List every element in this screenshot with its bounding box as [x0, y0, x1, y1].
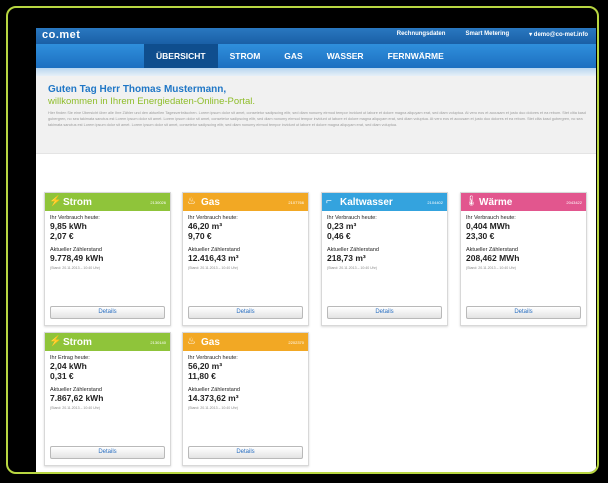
- meter-reading: 7.867,62 kWh: [50, 393, 104, 403]
- plug-icon: ⚡: [49, 336, 62, 347]
- today-cost: 11,80 €: [188, 371, 216, 381]
- today-cost: 0,46 €: [327, 231, 351, 241]
- details-button[interactable]: Details: [327, 306, 442, 319]
- account-menu[interactable]: ▾ demo@co-met.info: [529, 31, 588, 38]
- meter-id: 2202370: [288, 340, 304, 345]
- reading-timestamp: (Stand: 20.11.2013 – 10:40 Uhr): [466, 266, 516, 270]
- tab-wasser[interactable]: WASSER: [315, 44, 376, 68]
- meter-card: ♨ Gas 2202370 Ihr Verbrauch heute: 56,20 m³ 1…: [182, 332, 309, 466]
- meter-card: ⚡ Strom 2130140 Ihr Ertrag heute: 2,04 kWh 0,…: [44, 332, 171, 466]
- meter-card: 🌡 Wärme 2043422 Ihr Verbrauch heute: 0,404 M…: [460, 192, 587, 326]
- today-consumption: 46,20 m³: [188, 221, 223, 231]
- card-header: ⌐ Kaltwasser 2104402: [322, 193, 447, 211]
- details-button[interactable]: Details: [188, 306, 303, 319]
- details-button[interactable]: Details: [188, 446, 303, 459]
- intro-text: Hier finden Sie eine Übersicht über alle…: [48, 111, 586, 127]
- tab-strom[interactable]: STROM: [218, 44, 273, 68]
- card-title: Wärme: [479, 197, 513, 208]
- meter-card: ⚡ Strom 2130026 Ihr Verbrauch heute: 9,85 kW…: [44, 192, 171, 326]
- plug-icon: ⚡: [49, 196, 62, 207]
- details-button[interactable]: Details: [50, 306, 165, 319]
- today-consumption: 2,04 kWh: [50, 361, 87, 371]
- reading-timestamp: (Stand: 20.11.2013 – 10:40 Uhr): [327, 266, 377, 270]
- reading-timestamp: (Stand: 20.11.2013 – 10:40 Uhr): [50, 406, 100, 410]
- card-header: ♨ Gas 2202370: [183, 333, 308, 351]
- today-cost: 2,07 €: [50, 231, 74, 241]
- today-consumption: 0,404 MWh: [466, 221, 510, 231]
- meter-card: ♨ Gas 2107766 Ihr Verbrauch heute: 46,20 m³ 9…: [182, 192, 309, 326]
- card-header: ♨ Gas 2107766: [183, 193, 308, 211]
- thermometer-icon: 🌡: [465, 196, 478, 207]
- intro-section: Guten Tag Herr Thomas Mustermann, willko…: [36, 76, 596, 154]
- tab-uebersicht[interactable]: ÜBERSICHT: [144, 44, 218, 68]
- greeting-title: Guten Tag Herr Thomas Mustermann,: [48, 84, 227, 95]
- today-cost: 23,30 €: [466, 231, 495, 241]
- card-title: Gas: [201, 197, 220, 208]
- link-smart-metering[interactable]: Smart Metering: [465, 31, 509, 38]
- today-consumption: 56,20 m³: [188, 361, 223, 371]
- today-cost: 9,70 €: [188, 231, 212, 241]
- main-nav: ÜBERSICHT STROM GAS WASSER FERNWÄRME: [36, 44, 596, 68]
- meter-card: ⌐ Kaltwasser 2104402 Ihr Verbrauch heute: 0,…: [321, 192, 448, 326]
- nav-shadow: [36, 68, 596, 76]
- meter-reading: 218,73 m³: [327, 253, 366, 263]
- card-title: Kaltwasser: [340, 197, 393, 208]
- top-bar: co.met Rechnungsdaten Smart Metering ▾ d…: [36, 28, 596, 44]
- tab-fernwaerme[interactable]: FERNWÄRME: [376, 44, 456, 68]
- meter-reading: 208,462 MWh: [466, 253, 520, 263]
- portal-screen: co.met Rechnungsdaten Smart Metering ▾ d…: [36, 28, 596, 472]
- tab-gas[interactable]: GAS: [272, 44, 314, 68]
- card-header: 🌡 Wärme 2043422: [461, 193, 586, 211]
- meter-id: 2104402: [427, 200, 443, 205]
- meter-reading: 14.373,62 m³: [188, 393, 239, 403]
- card-title: Strom: [63, 337, 92, 348]
- details-button[interactable]: Details: [50, 446, 165, 459]
- logo: co.met: [42, 29, 81, 41]
- meter-id: 2107766: [288, 200, 304, 205]
- flame-icon: ♨: [187, 336, 196, 347]
- faucet-icon: ⌐: [326, 196, 332, 207]
- meter-reading: 9.778,49 kWh: [50, 253, 104, 263]
- flame-icon: ♨: [187, 196, 196, 207]
- meter-reading: 12.416,43 m³: [188, 253, 239, 263]
- meter-id: 2130140: [150, 340, 166, 345]
- today-consumption: 0,23 m³: [327, 221, 357, 231]
- card-header: ⚡ Strom 2130026: [45, 193, 170, 211]
- welcome-subtitle: willkommen in Ihrem Energiedaten-Online-…: [48, 96, 255, 107]
- card-title: Strom: [63, 197, 92, 208]
- today-consumption: 9,85 kWh: [50, 221, 87, 231]
- reading-timestamp: (Stand: 20.11.2013 – 10:40 Uhr): [50, 266, 100, 270]
- top-links: Rechnungsdaten Smart Metering ▾ demo@co-…: [397, 31, 588, 38]
- device-frame: co.met Rechnungsdaten Smart Metering ▾ d…: [6, 6, 599, 474]
- link-rechnungsdaten[interactable]: Rechnungsdaten: [397, 31, 446, 38]
- card-header: ⚡ Strom 2130140: [45, 333, 170, 351]
- meter-id: 2130026: [150, 200, 166, 205]
- meter-id: 2043422: [566, 200, 582, 205]
- today-cost: 0,31 €: [50, 371, 74, 381]
- reading-timestamp: (Stand: 20.11.2013 – 10:40 Uhr): [188, 406, 238, 410]
- card-title: Gas: [201, 337, 220, 348]
- reading-timestamp: (Stand: 20.11.2013 – 10:40 Uhr): [188, 266, 238, 270]
- details-button[interactable]: Details: [466, 306, 581, 319]
